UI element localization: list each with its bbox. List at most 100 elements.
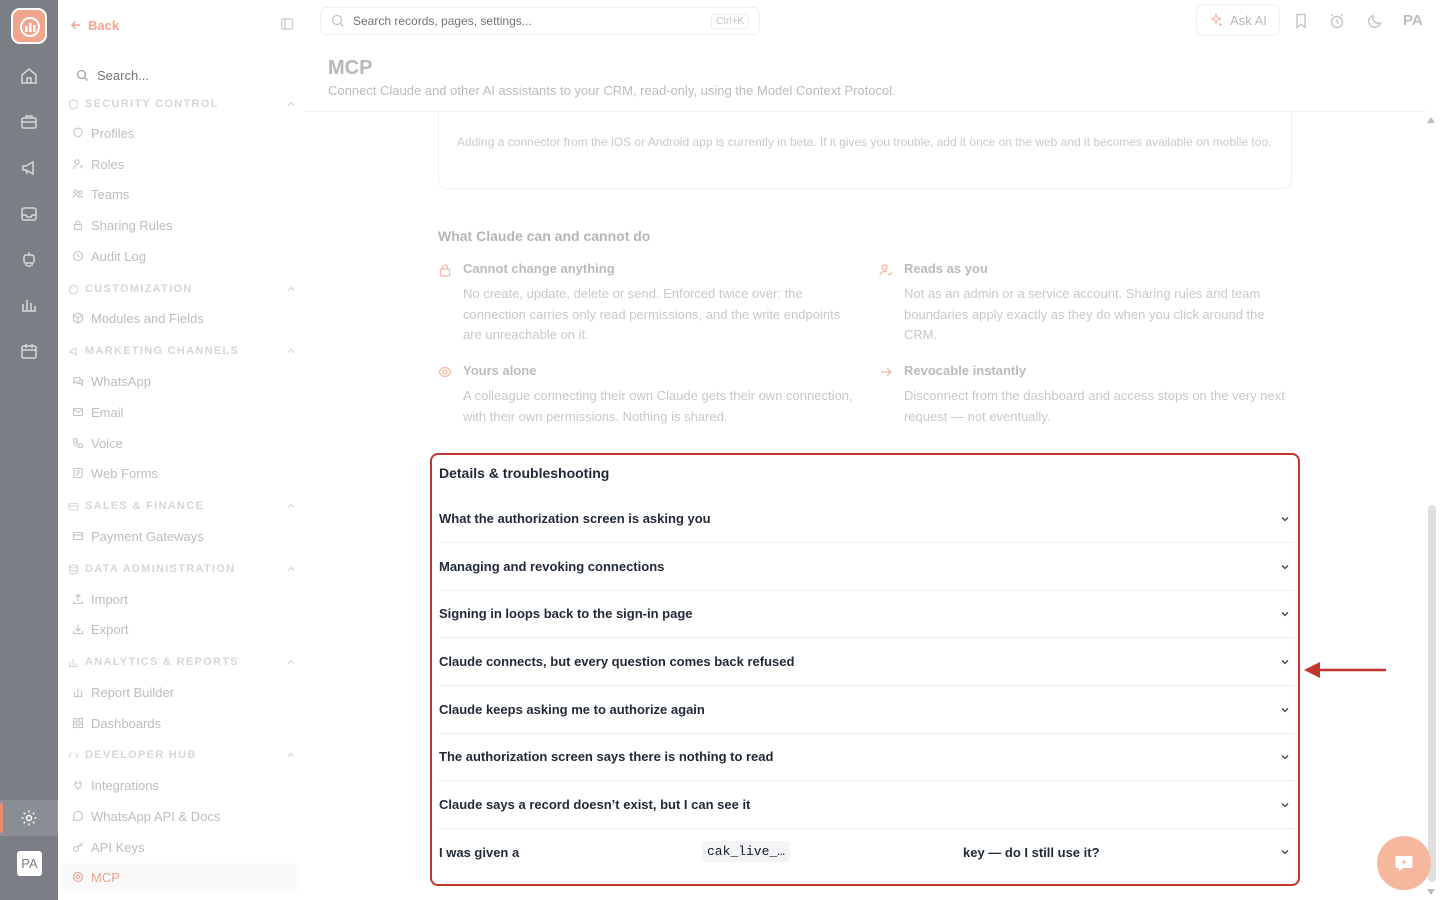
sidebar-item-label: WhatsApp bbox=[91, 373, 151, 389]
faq-managing-connections[interactable]: Managing and revoking connections bbox=[438, 544, 1294, 591]
sidebar-item-export[interactable]: Export bbox=[72, 619, 292, 639]
faq-label-suffix: key — do I still use it? bbox=[963, 845, 1100, 860]
sidebar-item-payment-gateways[interactable]: Payment Gateways bbox=[72, 526, 292, 546]
sidebar-item-profiles[interactable]: Profiles bbox=[72, 123, 292, 143]
credit-card-icon bbox=[68, 502, 79, 511]
sidebar-item-teams[interactable]: Teams bbox=[72, 184, 292, 204]
details-title: Details & troubleshooting bbox=[439, 465, 610, 481]
calendar-icon[interactable] bbox=[19, 341, 39, 361]
sidebar-search-input[interactable] bbox=[97, 67, 277, 83]
inbox-icon[interactable] bbox=[19, 204, 39, 224]
arrow-right-icon bbox=[881, 367, 892, 377]
robot-icon[interactable] bbox=[19, 249, 39, 269]
capability-body: Not as an admin or a service account. Sh… bbox=[904, 286, 1265, 342]
section-marketing-channels[interactable]: MARKETING CHANNELS bbox=[68, 343, 296, 359]
sidebar-item-integrations[interactable]: Integrations bbox=[72, 775, 292, 795]
sidebar-item-whatsapp-api-docs[interactable]: WhatsApp API & Docs bbox=[72, 806, 292, 826]
faq-nothing-to-read[interactable]: The authorization screen says there is n… bbox=[438, 734, 1294, 781]
section-label: ANALYTICS & REPORTS bbox=[85, 656, 239, 668]
faq-sign-in-loop[interactable]: Signing in loops back to the sign-in pag… bbox=[438, 591, 1294, 638]
upload-icon bbox=[72, 593, 84, 605]
global-search[interactable]: Ctrl+K bbox=[320, 7, 760, 35]
section-customization[interactable]: CUSTOMIZATION bbox=[68, 281, 296, 297]
chevron-up-icon bbox=[287, 752, 295, 757]
sidebar-item-web-forms[interactable]: Web Forms bbox=[72, 463, 292, 483]
sidebar-item-whatsapp[interactable]: WhatsApp bbox=[72, 371, 292, 391]
bar-chart-icon[interactable] bbox=[19, 295, 39, 315]
rail-user-avatar[interactable]: PA bbox=[17, 851, 42, 876]
sidebar-item-label: Modules and Fields bbox=[91, 310, 204, 326]
sidebar-item-report-builder[interactable]: Report Builder bbox=[72, 682, 292, 702]
sidebar-item-mcp[interactable]: MCP bbox=[60, 863, 300, 891]
capabilities-title: What Claude can and cannot do bbox=[438, 228, 651, 244]
eye-icon bbox=[438, 366, 452, 378]
chat-assistant-button[interactable] bbox=[1377, 836, 1431, 890]
user-avatar[interactable]: PA bbox=[1403, 12, 1423, 29]
app-logo[interactable] bbox=[11, 8, 47, 44]
shield-icon bbox=[73, 127, 83, 138]
chevron-up-icon bbox=[287, 566, 295, 571]
sidebar-item-voice[interactable]: Voice bbox=[72, 433, 292, 453]
beta-note-card: Adding a connector from the iOS or Andro… bbox=[438, 112, 1292, 189]
chevron-up-icon bbox=[287, 286, 295, 291]
user-check-icon bbox=[879, 264, 893, 276]
capability-title: Reads as you bbox=[904, 261, 988, 276]
scroll-down-icon[interactable] bbox=[1426, 888, 1436, 896]
section-label: MARKETING CHANNELS bbox=[85, 345, 240, 357]
briefcase-icon[interactable] bbox=[19, 112, 39, 132]
sidebar-item-api-keys[interactable]: API Keys bbox=[72, 837, 292, 857]
home-icon[interactable] bbox=[19, 66, 39, 86]
back-button[interactable]: Back bbox=[70, 15, 119, 35]
sidebar-item-label: Import bbox=[91, 591, 128, 607]
form-icon bbox=[73, 467, 83, 479]
ask-ai-button[interactable]: Ask AI bbox=[1196, 4, 1280, 36]
bookmark-icon[interactable] bbox=[1292, 12, 1310, 30]
sidebar-search[interactable] bbox=[66, 60, 302, 90]
faq-label: Signing in loops back to the sign-in pag… bbox=[439, 606, 693, 621]
section-sales-finance[interactable]: SALES & FINANCE bbox=[68, 498, 296, 514]
sidebar-item-label: Payment Gateways bbox=[91, 528, 204, 544]
sidebar-item-dashboards[interactable]: Dashboards bbox=[72, 713, 292, 733]
lock-icon bbox=[73, 220, 83, 231]
sidebar-collapse-icon[interactable] bbox=[280, 17, 294, 31]
arrow-left-icon bbox=[70, 20, 80, 30]
faq-authorization-screen[interactable]: What the authorization screen is asking … bbox=[438, 496, 1294, 543]
faq-label: The authorization screen says there is n… bbox=[439, 749, 774, 764]
faq-authorize-again[interactable]: Claude keeps asking me to authorize agai… bbox=[438, 687, 1294, 734]
section-analytics-reports[interactable]: ANALYTICS & REPORTS bbox=[68, 654, 296, 670]
sidebar-item-audit-log[interactable]: Audit Log bbox=[72, 246, 292, 266]
sidebar-item-label: Audit Log bbox=[91, 248, 146, 264]
faq-record-not-exist[interactable]: Claude says a record doesn’t exist, but … bbox=[438, 782, 1294, 829]
alarm-clock-icon[interactable] bbox=[1328, 12, 1346, 30]
mcp-icon bbox=[72, 871, 84, 883]
section-security-control[interactable]: SECURITY CONTROL bbox=[68, 96, 296, 112]
chat-icon bbox=[73, 376, 84, 387]
settings-gear-icon[interactable] bbox=[19, 808, 39, 828]
sidebar-item-modules-fields[interactable]: Modules and Fields bbox=[72, 308, 292, 328]
section-developer-hub[interactable]: DEVELOPER HUB bbox=[68, 747, 296, 763]
sidebar-item-label: Profiles bbox=[91, 125, 135, 141]
sidebar-item-label: Teams bbox=[91, 186, 130, 202]
top-bar: Ctrl+K Ask AI PA bbox=[306, 0, 1440, 44]
sidebar-item-label: Report Builder bbox=[91, 684, 175, 700]
sidebar-item-sharing-rules[interactable]: Sharing Rules bbox=[72, 215, 292, 235]
sidebar-item-label: WhatsApp API & Docs bbox=[91, 808, 221, 824]
capability-body: No create, update, delete or send. Enfor… bbox=[463, 286, 841, 342]
megaphone-icon[interactable] bbox=[19, 158, 39, 178]
annotation-arrow-icon bbox=[1304, 662, 1386, 678]
faq-code-snippet: cak_live_… bbox=[702, 841, 791, 862]
faq-questions-refused[interactable]: Claude connects, but every question come… bbox=[438, 639, 1294, 686]
back-label: Back bbox=[88, 17, 120, 33]
chevron-down-icon bbox=[1281, 755, 1289, 760]
scroll-up-icon[interactable] bbox=[1426, 116, 1436, 124]
sidebar-item-import[interactable]: Import bbox=[72, 589, 292, 609]
moon-icon[interactable] bbox=[1366, 12, 1384, 30]
chevron-down-icon bbox=[1281, 803, 1289, 808]
global-search-input[interactable] bbox=[353, 14, 693, 28]
sidebar-item-roles[interactable]: Roles bbox=[72, 154, 292, 174]
scrollbar-thumb[interactable] bbox=[1428, 505, 1436, 882]
sidebar-item-email[interactable]: Email bbox=[72, 402, 292, 422]
capability-body: Disconnect from the dashboard and access… bbox=[904, 388, 1285, 424]
section-data-administration[interactable]: DATA ADMINISTRATION bbox=[68, 561, 296, 577]
faq-cak-live-key[interactable]: I was given a cak_live_… key — do I stil… bbox=[438, 829, 1294, 876]
